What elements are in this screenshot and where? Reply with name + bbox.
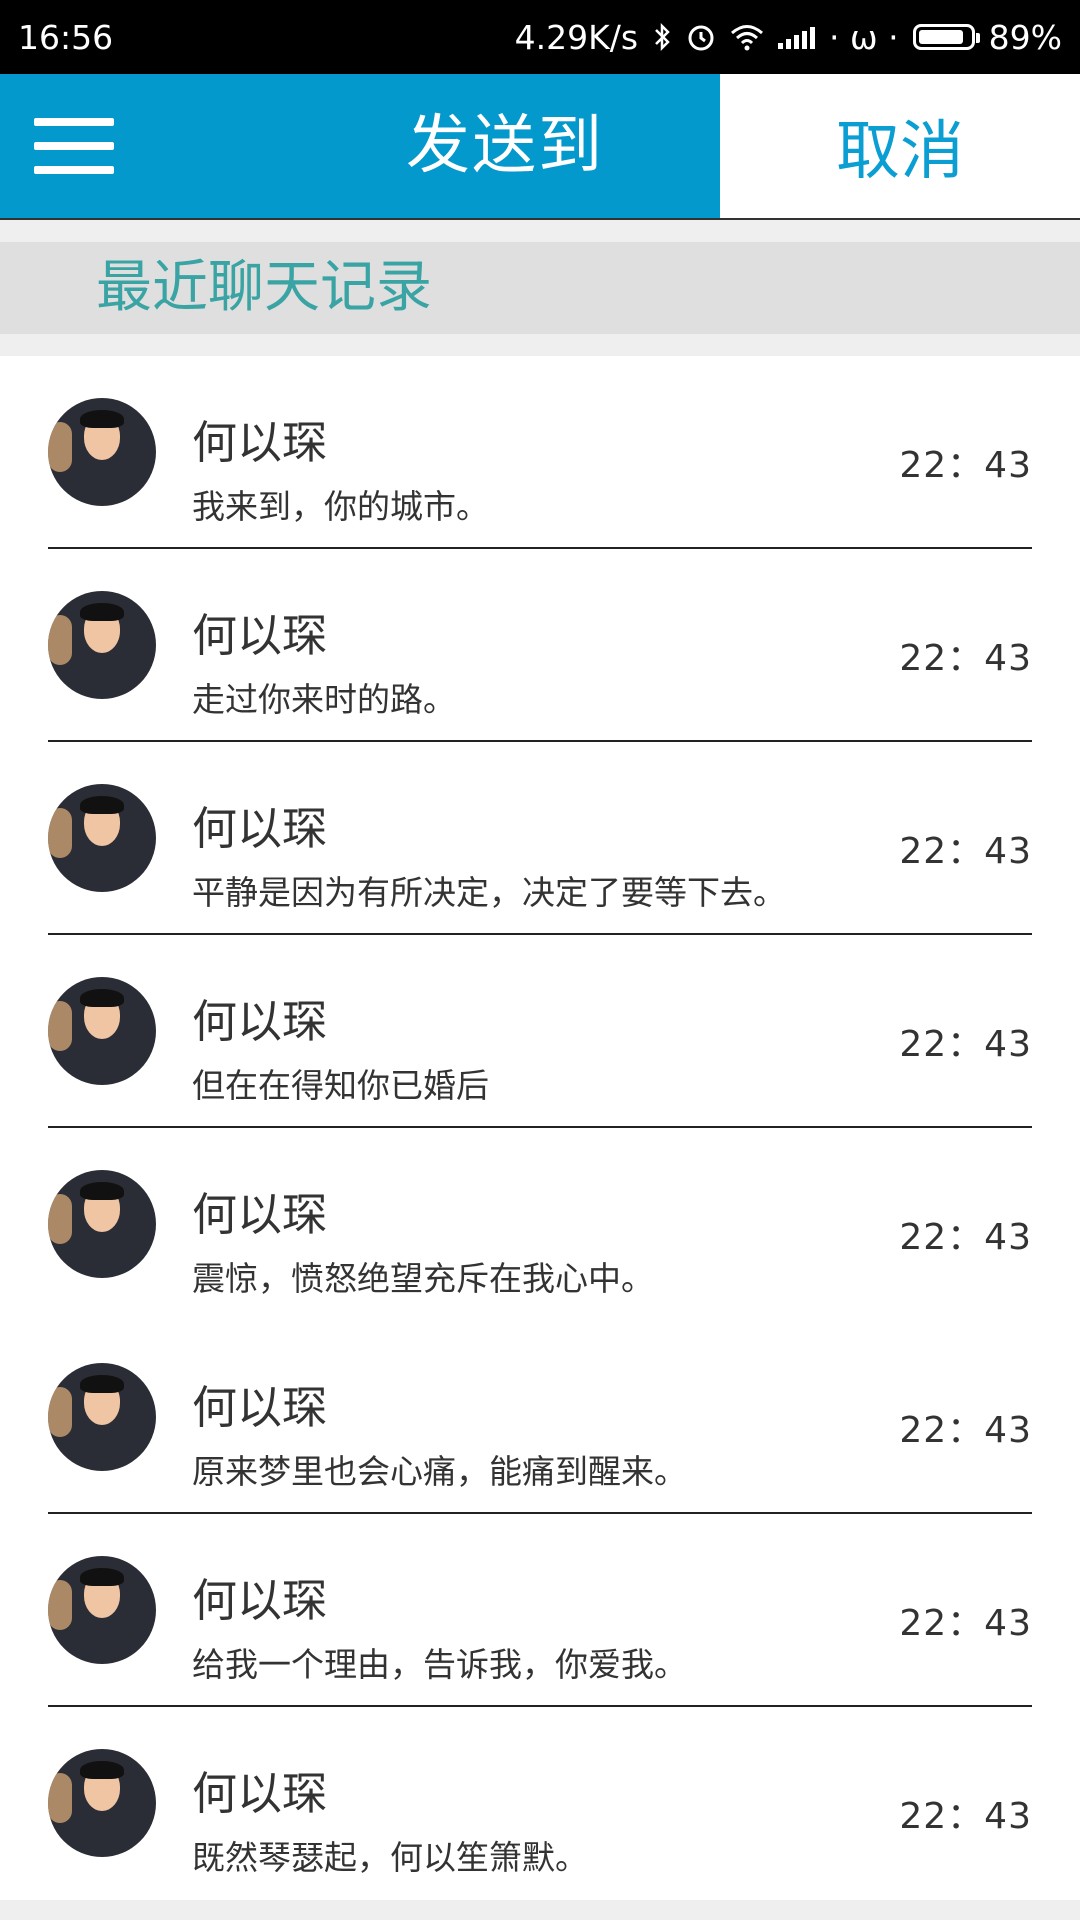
status-bar: 16:56 4.29K/s · ω · 89%	[0, 0, 1080, 74]
signal-icon	[778, 25, 816, 49]
contact-name: 何以琛	[192, 1188, 328, 1241]
avatar	[48, 1749, 156, 1857]
alarm-icon	[686, 22, 716, 52]
contact-name: 何以琛	[192, 1767, 328, 1820]
app-header: 发送到 取消	[0, 74, 1080, 220]
avatar	[48, 784, 156, 892]
status-dots: · ω ·	[829, 17, 899, 57]
contact-name: 何以琛	[192, 416, 328, 469]
message-time: 22：43	[899, 638, 1032, 679]
last-message: 原来梦里也会心痛，能痛到醒来。	[192, 1452, 687, 1491]
avatar	[48, 1363, 156, 1471]
page-title: 发送到	[406, 109, 604, 183]
header-blue-bar: 发送到	[0, 74, 720, 218]
last-message: 给我一个理由，告诉我，你爱我。	[192, 1645, 687, 1684]
wifi-icon	[730, 23, 764, 51]
message-time: 22：43	[899, 1796, 1032, 1837]
network-speed: 4.29K/s	[514, 17, 639, 57]
message-time: 22：43	[899, 445, 1032, 486]
chat-list-item[interactable]: 何以琛 平静是因为有所决定，决定了要等下去。 22：43	[0, 742, 1080, 935]
status-time: 16:56	[18, 17, 114, 57]
contact-name: 何以琛	[192, 609, 328, 662]
chat-list: 何以琛 我来到，你的城市。 22：43 何以琛 走过你来时的路。 22：43 何…	[0, 356, 1080, 1900]
last-message: 震惊，愤怒绝望充斥在我心中。	[192, 1259, 654, 1298]
status-icons: 4.29K/s · ω · 89%	[515, 18, 1062, 57]
avatar	[48, 398, 156, 506]
chat-list-item[interactable]: 何以琛 但在在得知你已婚后 22：43	[0, 935, 1080, 1128]
contact-name: 何以琛	[192, 802, 328, 855]
last-message: 但在在得知你已婚后	[192, 1066, 489, 1105]
message-time: 22：43	[899, 1410, 1032, 1451]
message-time: 22：43	[899, 831, 1032, 872]
section-title: 最近聊天记录	[0, 242, 1080, 334]
avatar	[48, 591, 156, 699]
battery-icon	[912, 24, 980, 50]
last-message: 既然琴瑟起，何以笙箫默。	[192, 1838, 588, 1877]
message-time: 22：43	[899, 1603, 1032, 1644]
chat-list-item[interactable]: 何以琛 我来到，你的城市。 22：43	[0, 356, 1080, 549]
menu-icon[interactable]	[34, 118, 114, 174]
chat-list-item[interactable]: 何以琛 给我一个理由，告诉我，你爱我。 22：43	[0, 1514, 1080, 1707]
contact-name: 何以琛	[192, 995, 328, 1048]
avatar	[48, 1556, 156, 1664]
chat-list-item[interactable]: 何以琛 震惊，愤怒绝望充斥在我心中。 22：43	[0, 1128, 1080, 1321]
avatar	[48, 977, 156, 1085]
bluetooth-icon	[652, 22, 672, 52]
last-message: 走过你来时的路。	[192, 680, 456, 719]
chat-list-item[interactable]: 何以琛 既然琴瑟起，何以笙箫默。 22：43	[0, 1707, 1080, 1900]
cancel-button[interactable]: 取消	[720, 74, 1080, 218]
last-message: 我来到，你的城市。	[192, 487, 489, 526]
contact-name: 何以琛	[192, 1574, 328, 1627]
contact-name: 何以琛	[192, 1381, 328, 1434]
battery-percent: 89%	[988, 17, 1062, 57]
message-time: 22：43	[899, 1024, 1032, 1065]
chat-list-item[interactable]: 何以琛 原来梦里也会心痛，能痛到醒来。 22：43	[0, 1321, 1080, 1514]
avatar	[48, 1170, 156, 1278]
last-message: 平静是因为有所决定，决定了要等下去。	[192, 873, 786, 912]
message-time: 22：43	[899, 1217, 1032, 1258]
chat-list-item[interactable]: 何以琛 走过你来时的路。 22：43	[0, 549, 1080, 742]
